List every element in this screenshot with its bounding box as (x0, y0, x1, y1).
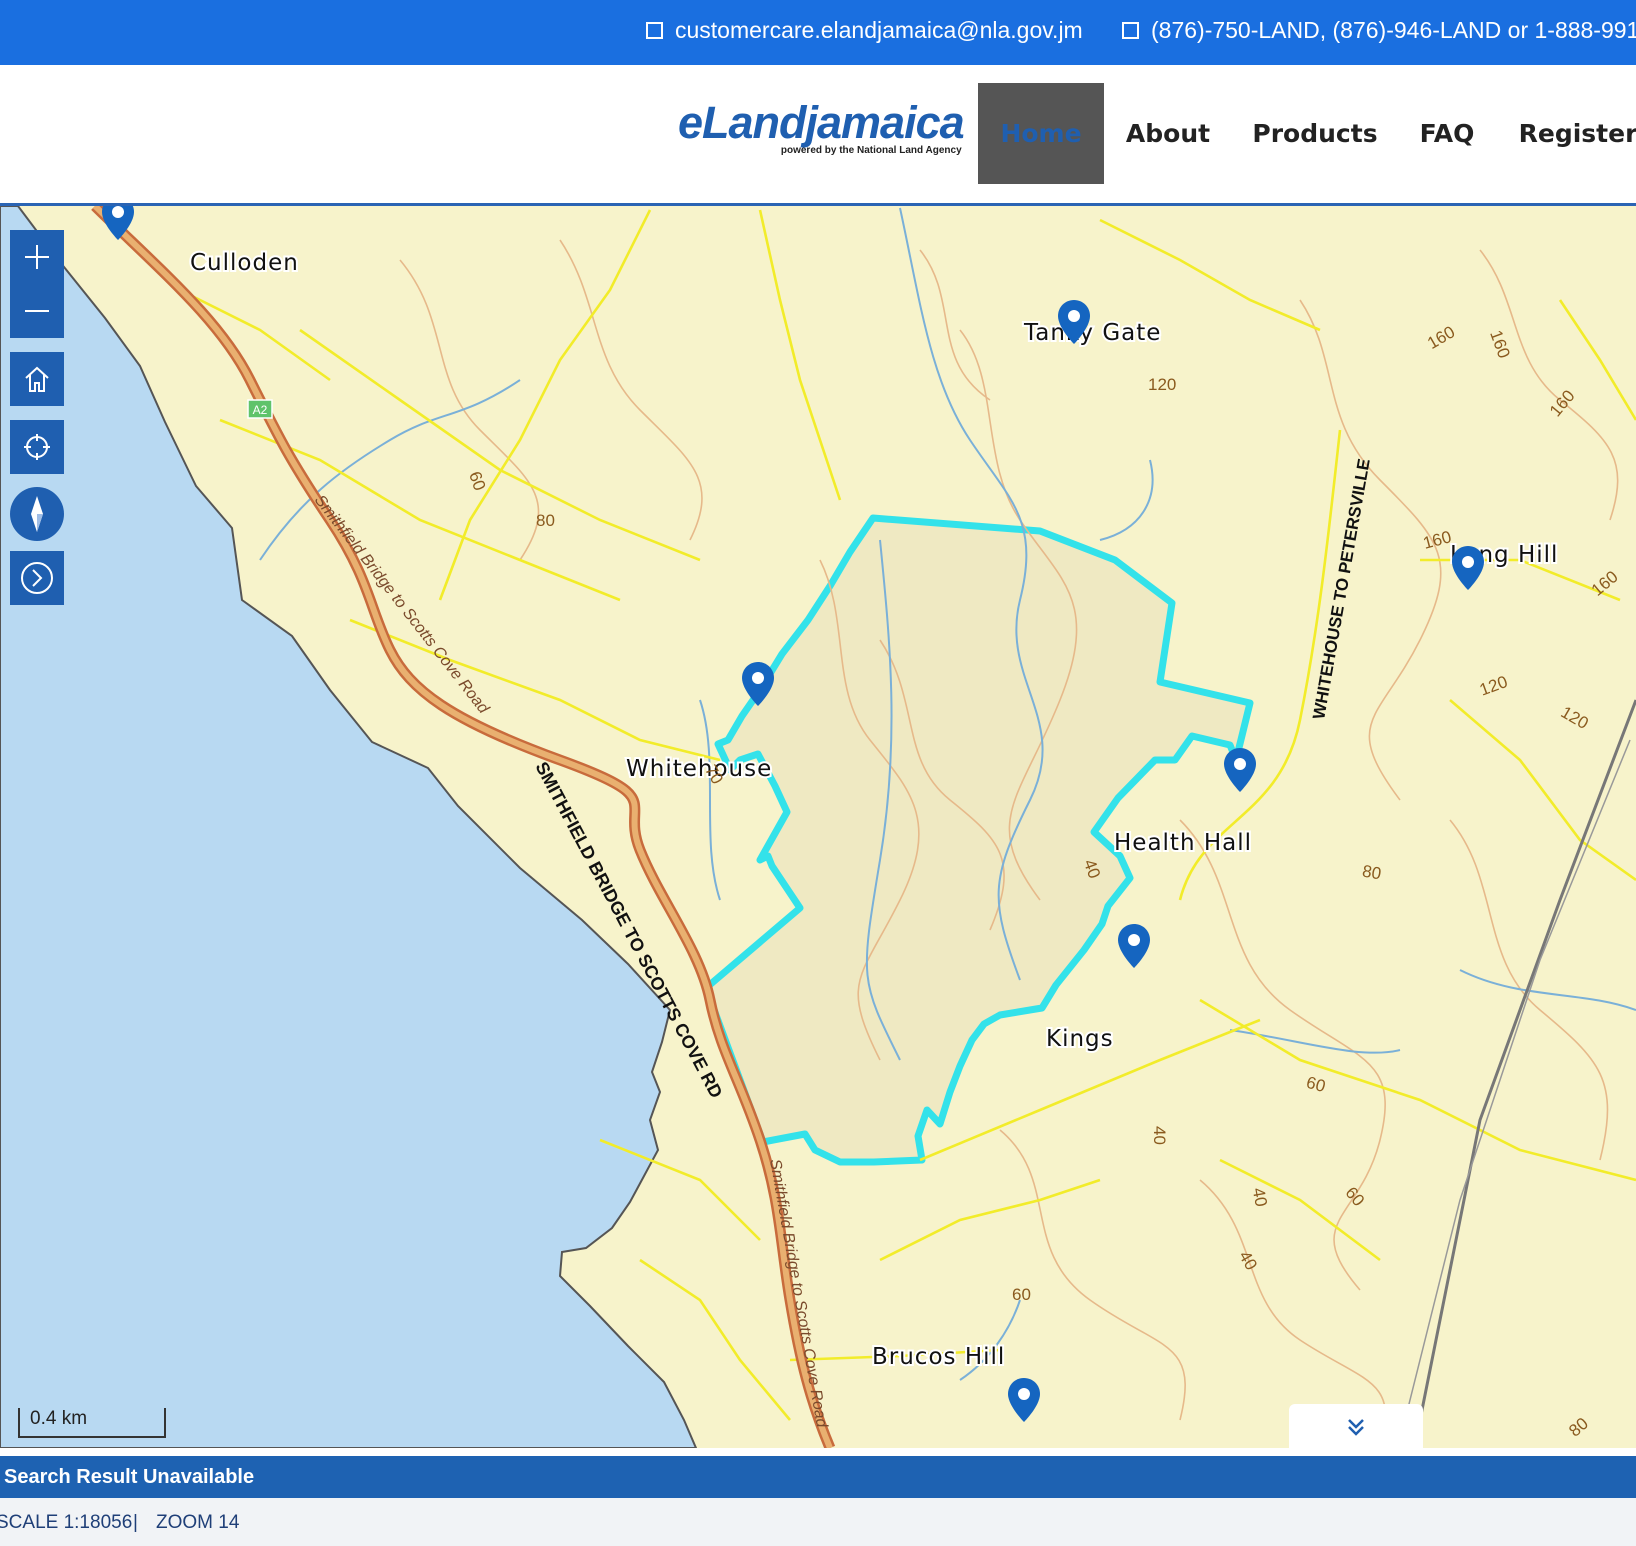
phone-icon (1122, 22, 1139, 39)
place-label-culloden: Culloden (190, 250, 299, 276)
main-road-italic-south: Smithfield Bridge to Scotts Cove Road (766, 1158, 830, 1430)
logo-title: eLandjamaica (678, 97, 965, 148)
email-text: customercare.elandjamaica@nla.gov.jm (675, 17, 1083, 43)
zoom-out-icon (25, 310, 49, 312)
compass-icon (31, 496, 43, 532)
contour-label: 60 (1304, 1073, 1327, 1096)
contour-label: 60 (1341, 1183, 1368, 1210)
scale-readout: SCALE 1:18056 (0, 1512, 133, 1533)
contour-label: 120 (1558, 702, 1592, 733)
email-contact[interactable]: customercare.elandjamaica@nla.gov.jm (646, 17, 1083, 44)
scale-bar-label: 0.4 km (30, 1408, 88, 1429)
search-result-status: Search Result Unavailable (4, 1466, 255, 1488)
scale-bar-line (18, 1436, 166, 1438)
map-marker (1008, 1378, 1040, 1422)
contour-label: 120 (1477, 672, 1510, 700)
nav-register[interactable]: Register (1519, 83, 1636, 184)
map-view[interactable]: A2 SMITHFIELD BRIDGE TO SCOTTS COVE RD W… (0, 206, 1636, 1448)
place-label-tanky-gate: Tanky Gate (1023, 320, 1161, 346)
place-label-kings: Kings (1046, 1026, 1114, 1052)
contour-label: 120 (1148, 375, 1176, 394)
contour-label: 160 (1588, 567, 1622, 600)
contact-bar: customercare.elandjamaica@nla.gov.jm (87… (0, 0, 1636, 65)
next-arrow-icon (21, 562, 53, 594)
double-chevron-down-icon (1348, 1419, 1364, 1436)
phone-text: (876)-750-LAND, (876)-946-LAND or 1-888-… (1151, 17, 1636, 43)
compass-button[interactable] (10, 487, 64, 541)
place-label-brucos-hill: Brucos Hill (872, 1344, 1005, 1370)
phone-contact[interactable]: (876)-750-LAND, (876)-946-LAND or 1-888-… (1122, 17, 1636, 44)
contour-label: 80 (1361, 861, 1383, 883)
contour-label: 60 (465, 469, 489, 493)
a2-shield-label: A2 (253, 403, 268, 417)
contour-label: 80 (536, 511, 555, 530)
contour-label: 60 (1012, 1285, 1031, 1304)
locate-icon (24, 434, 50, 460)
railway (1418, 699, 1636, 1421)
zoom-in-icon (25, 245, 49, 269)
status-separator: | (133, 1512, 138, 1533)
map-status-bar: SCALE 1:18056 | ZOOM 14 (0, 1498, 1636, 1546)
scale-bar: 0.4 km (18, 1408, 168, 1448)
secondary-road-label: WHITEHOUSE TO PETERSVILLE (1309, 457, 1374, 720)
locate-button[interactable] (10, 420, 64, 474)
map-marker (1224, 748, 1256, 792)
nav-products[interactable]: Products (1250, 83, 1380, 184)
contour-label: 80 (1565, 1414, 1592, 1441)
main-road-italic-north: Smithfield Bridge to Scotts Cove Road (311, 492, 493, 718)
map-marker (1118, 924, 1150, 968)
zoom-out-button[interactable] (10, 284, 64, 338)
scale-bar-tick (164, 1408, 166, 1438)
nav-faq[interactable]: FAQ (1412, 83, 1482, 184)
email-icon (646, 22, 663, 39)
place-label-health-hall: Health Hall (1114, 830, 1252, 856)
nav-about[interactable]: About (1120, 83, 1216, 184)
zoom-in-button[interactable] (10, 230, 64, 284)
site-header: eLandjamaica powered by the National Lan… (0, 65, 1636, 206)
contour-label: 160 (1486, 328, 1514, 361)
nav-home[interactable]: Home (978, 83, 1104, 184)
home-icon (25, 366, 49, 392)
zoom-readout: ZOOM 14 (156, 1512, 240, 1533)
home-button[interactable] (10, 352, 64, 406)
contour-label: 40 (1235, 1248, 1261, 1274)
contour-label: 40 (1249, 1186, 1271, 1208)
search-result-bar: Search Result Unavailable (0, 1456, 1636, 1498)
map-marker (1452, 546, 1484, 590)
place-label-whitehouse: Whitehouse (626, 756, 772, 782)
contour-label: 160 (1424, 322, 1458, 353)
map-canvas: A2 SMITHFIELD BRIDGE TO SCOTTS COVE RD W… (0, 206, 1636, 1448)
expand-panel-button[interactable] (1289, 1404, 1423, 1450)
sea (0, 206, 698, 1448)
scale-bar-tick (18, 1408, 20, 1438)
next-button[interactable] (10, 551, 64, 605)
contour-label: 40 (1150, 1126, 1169, 1145)
site-logo[interactable]: eLandjamaica powered by the National Lan… (678, 97, 965, 157)
